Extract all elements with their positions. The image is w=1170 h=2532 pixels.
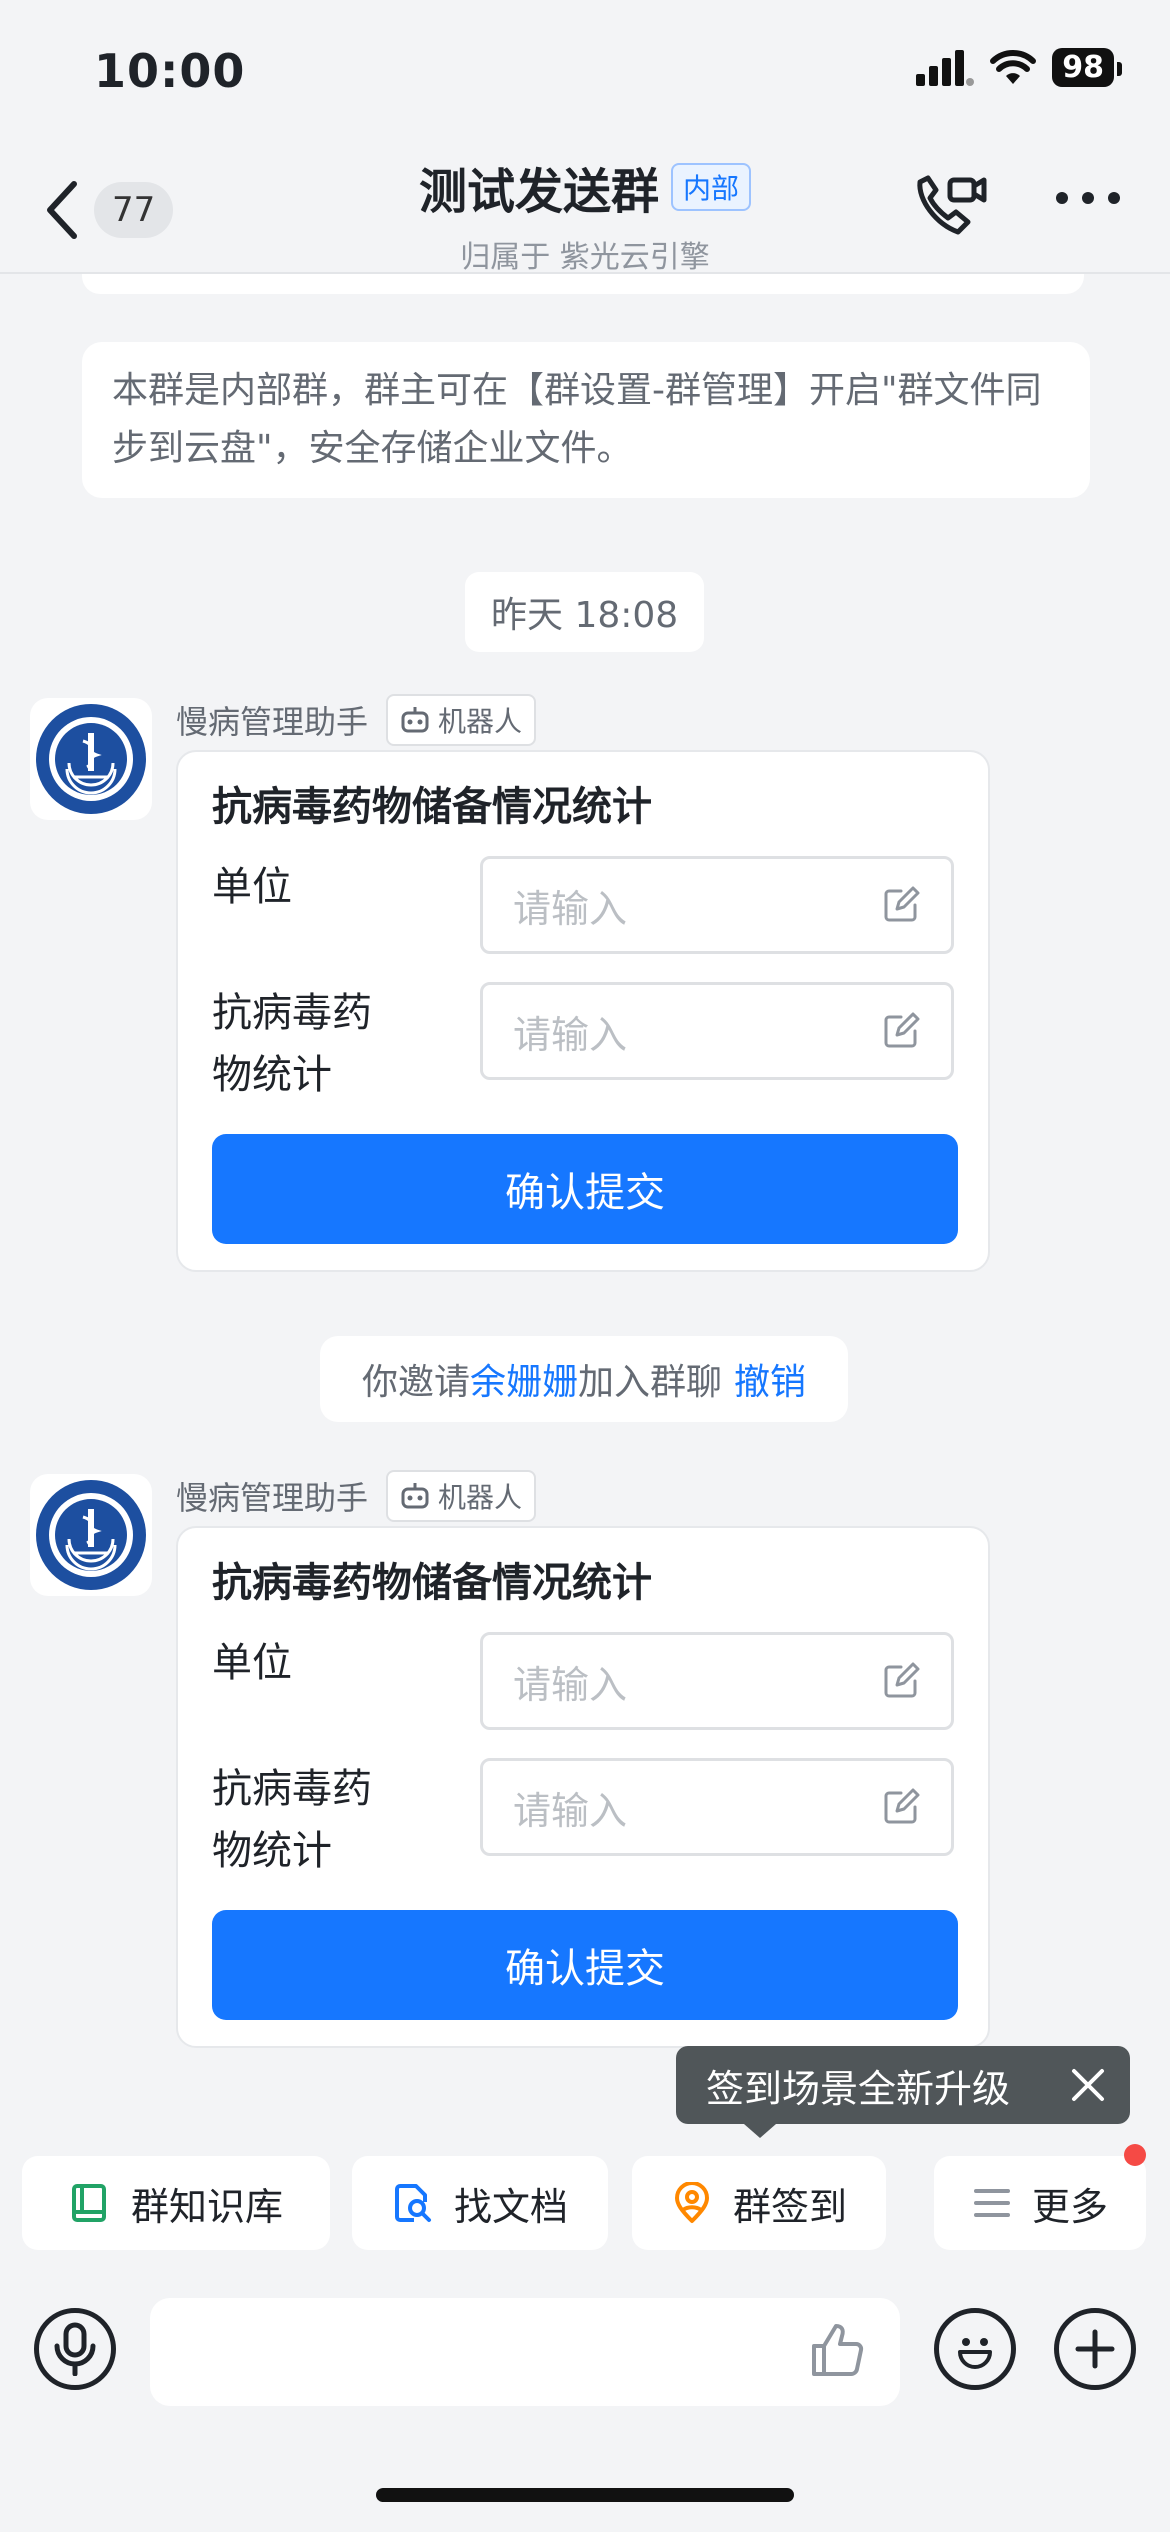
robot-tag-label: 机器人 [438,705,523,738]
edit-icon [884,1662,920,1698]
emoji-button[interactable] [934,2308,1016,2390]
smile-icon [958,2338,992,2369]
robot-icon [401,707,429,733]
system-event: 你邀请 余姗姗 加入群聊 撤销 [320,1336,848,1422]
more-options-button[interactable] [1056,192,1120,204]
field-label: 抗病毒药 物统计 [212,1758,462,1882]
voice-button[interactable] [34,2308,116,2390]
chat-title: 测试发送群 [418,164,659,220]
event-prefix: 你邀请 [361,1362,470,1403]
field-label: 单位 [212,1640,292,1686]
tooltip-text: 签到场景全新升级 [706,2066,1011,2111]
quick-action-label: 群签到 [732,2184,847,2229]
bot-avatar[interactable] [30,1474,152,1596]
location-icon [674,2182,709,2223]
status-time: 10:00 [94,44,246,98]
video-call-button[interactable] [910,172,990,246]
group-notice: 本群是内部群，群主可在【群设置-群管理】开启"群文件同步到云盘"，安全存储企业文… [82,342,1090,498]
quick-action-knowledge-base[interactable]: 群知识库 [22,2156,330,2250]
chat-subtitle: 归属于 紫光云引擎 [460,240,710,275]
sender-name: 慢病管理助手 [176,1479,369,1517]
notification-dot [1124,2144,1146,2166]
internal-badge: 内部 [671,163,752,211]
unit-input[interactable]: 请输入 [480,1632,954,1730]
sender-row: 慢病管理助手 机器人 [176,1470,537,1522]
bot-avatar[interactable] [30,698,152,820]
dot-icon [1082,192,1094,204]
dot-icon [1108,192,1120,204]
field-label-line: 抗病毒药 [212,990,372,1036]
form-title: 抗病毒药物储备情况统计 [212,784,652,830]
wifi-icon [990,49,1037,84]
phone-video-icon [917,175,987,235]
doc-search-icon [394,2184,431,2222]
field-label: 抗病毒药 物统计 [212,982,462,1106]
time-divider: 昨天 18:08 [465,572,705,652]
stats-input[interactable]: 请输入 [480,1758,954,1856]
dot-icon [1056,192,1068,204]
input-placeholder: 请输入 [513,1012,628,1057]
title-block[interactable]: 测试发送群 内部 归属于 紫光云引擎 [0,152,1170,276]
robot-tag: 机器人 [386,694,537,746]
edit-icon [884,1012,920,1048]
form-title: 抗病毒药物储备情况统计 [212,1560,652,1606]
revoke-link[interactable]: 撤销 [734,1353,806,1405]
health-commission-logo-icon [36,704,146,814]
plus-icon [1075,2329,1115,2369]
edit-icon [884,886,920,922]
thumbs-up-icon[interactable] [808,2322,866,2380]
status-icons: 98 [916,48,1122,87]
tooltip-arrow [744,2124,776,2138]
message-input[interactable] [150,2298,900,2406]
quick-action-more[interactable]: 更多 [934,2156,1146,2250]
quick-action-label: 群知识库 [130,2184,283,2229]
field-label-line: 物统计 [212,1052,332,1098]
submit-button[interactable]: 确认提交 [212,1134,958,1244]
form-card: 抗病毒药物储备情况统计 单位 请输入 抗病毒药 物统计 请输入 确认提交 [176,1526,990,2048]
book-icon [71,2184,106,2222]
add-button[interactable] [1054,2308,1136,2390]
event-suffix: 加入群聊 [578,1362,723,1403]
input-placeholder: 请输入 [513,1788,628,1833]
robot-tag: 机器人 [386,1470,537,1522]
signal-icon [916,49,975,86]
unit-input[interactable]: 请输入 [480,856,954,954]
invitee-link[interactable]: 余姗姗 [470,1353,578,1405]
form-row-stats: 抗病毒药 物统计 请输入 [212,1758,954,1882]
sender-name: 慢病管理助手 [176,703,369,741]
previous-message-edge [82,274,1084,294]
robot-icon [401,1483,429,1509]
field-label-line: 物统计 [212,1828,332,1874]
robot-tag-label: 机器人 [438,1481,523,1514]
close-icon[interactable] [1070,2067,1106,2103]
stats-input[interactable]: 请输入 [480,982,954,1080]
quick-action-find-doc[interactable]: 找文档 [352,2156,608,2250]
quick-action-label: 找文档 [453,2184,568,2229]
sender-row: 慢病管理助手 机器人 [176,694,537,746]
feature-tooltip: 签到场景全新升级 [676,2046,1130,2124]
field-label: 单位 [212,864,292,910]
form-row-unit: 单位 请输入 [212,1632,954,1730]
menu-icon [973,2189,1010,2217]
home-indicator[interactable] [376,2488,794,2502]
edit-icon [884,1788,920,1824]
chat-header: 77 测试发送群 内部 归属于 紫光云引擎 [0,130,1170,276]
submit-button[interactable]: 确认提交 [212,1910,958,2020]
quick-action-check-in[interactable]: 群签到 [632,2156,886,2250]
form-row-stats: 抗病毒药 物统计 请输入 [212,982,954,1106]
input-placeholder: 请输入 [513,886,628,931]
health-commission-logo-icon [36,1480,146,1590]
form-card: 抗病毒药物储备情况统计 单位 请输入 抗病毒药 物统计 请输入 确认提交 [176,750,990,1272]
quick-action-label: 更多 [1031,2184,1108,2229]
microphone-icon [54,2322,96,2376]
field-label-line: 抗病毒药 [212,1766,372,1812]
battery-indicator: 98 [1052,48,1122,87]
form-row-unit: 单位 请输入 [212,856,954,954]
input-placeholder: 请输入 [513,1662,628,1707]
